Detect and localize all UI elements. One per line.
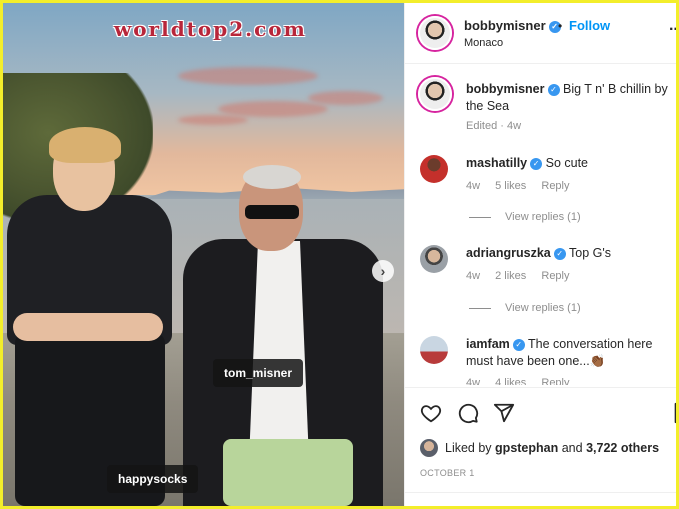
verified-icon: ✓ xyxy=(530,158,543,170)
comment-likes[interactable]: 5 likes xyxy=(495,180,526,192)
post-date: OCTOBER 1 xyxy=(420,468,475,478)
caption-username[interactable]: bobbymisner xyxy=(466,82,545,96)
comment-meta: 4w 2 likes Reply xyxy=(466,270,582,282)
follow-button[interactable]: Follow xyxy=(569,18,610,33)
verified-icon: ✓ xyxy=(512,339,525,351)
comment-age: 4w xyxy=(466,180,481,192)
hair xyxy=(243,165,301,189)
shirt xyxy=(249,241,309,461)
avatar[interactable] xyxy=(420,155,448,183)
comment: adriangruszka ✓ Top G's xyxy=(466,245,671,262)
header-username[interactable]: bobbymisner ✓ xyxy=(464,18,561,33)
avatar[interactable] xyxy=(418,16,452,50)
comment-likes[interactable]: 4 likes xyxy=(495,377,526,385)
comment-icon[interactable] xyxy=(457,402,479,424)
user-tag-tom[interactable]: tom_misner xyxy=(213,359,304,387)
sunglasses xyxy=(245,205,299,219)
view-replies-button[interactable]: View replies (1) xyxy=(469,302,581,314)
watermark: worldtop2.com xyxy=(114,17,307,41)
bookmark-icon[interactable] xyxy=(671,402,676,424)
likes-and: and xyxy=(561,441,583,455)
person-tom-misner xyxy=(183,165,383,506)
person-happysocks xyxy=(7,127,172,506)
comment-likes[interactable]: 2 likes xyxy=(495,270,526,282)
avatar xyxy=(420,439,438,457)
pants xyxy=(223,439,353,506)
post-photo[interactable]: worldtop2.com tom_misner happysocks › xyxy=(3,3,404,506)
cloud xyxy=(178,115,248,125)
comment-username[interactable]: adriangruszka xyxy=(466,246,551,260)
avatar[interactable] xyxy=(418,77,452,111)
add-comment-area[interactable] xyxy=(405,492,676,506)
reply-button[interactable]: Reply xyxy=(541,377,569,385)
likes-count[interactable]: 3,722 others xyxy=(586,441,659,455)
chevron-right-icon[interactable]: › xyxy=(372,260,394,282)
avatar[interactable] xyxy=(420,245,448,273)
comment: mashatilly ✓ So cute xyxy=(466,155,671,172)
caption: bobbymisner ✓ Big T n' B chillin by the S… xyxy=(466,81,671,115)
comment-age: 4w xyxy=(466,377,481,385)
user-tag-happysocks[interactable]: happysocks xyxy=(107,465,199,493)
more-options-icon[interactable]: ··· xyxy=(669,21,676,39)
separator-dot: • xyxy=(558,19,563,33)
comment-username[interactable]: iamfam xyxy=(466,337,510,351)
likes-summary[interactable]: Liked by gpstephan and 3,722 others xyxy=(420,439,659,457)
cloud xyxy=(308,91,383,105)
comment-age: 4w xyxy=(466,270,481,282)
hair xyxy=(49,127,121,163)
view-replies-button[interactable]: View replies (1) xyxy=(469,211,581,223)
post-header: bobbymisner✓ • Follow Monaco ··· xyxy=(405,3,676,64)
comment-text: So cute xyxy=(545,156,589,170)
comment-text: Top G's xyxy=(569,246,612,260)
cloud xyxy=(178,67,318,85)
avatar[interactable] xyxy=(420,336,448,364)
screenshot-frame: worldtop2.com tom_misner happysocks › bo… xyxy=(0,0,679,509)
caption-meta: Edited · 4w xyxy=(466,120,522,132)
post-sidebar: bobbymisner✓ • Follow Monaco ··· bobbymi… xyxy=(404,3,676,506)
reply-button[interactable]: Reply xyxy=(541,180,569,192)
comments-list[interactable]: bobbymisner ✓ Big T n' B chillin by the S… xyxy=(405,65,676,385)
liked-by-label: Liked by xyxy=(445,441,492,455)
location-link[interactable]: Monaco xyxy=(464,37,503,49)
post-actions: Liked by gpstephan and 3,722 others OCTO… xyxy=(405,387,676,496)
arms xyxy=(13,313,163,341)
share-icon[interactable] xyxy=(493,402,515,424)
reply-button[interactable]: Reply xyxy=(541,270,569,282)
comment-meta: 4w 5 likes Reply xyxy=(466,180,582,192)
comment-username[interactable]: mashatilly xyxy=(466,156,527,170)
verified-icon: ✓ xyxy=(547,84,560,96)
verified-icon: ✓ xyxy=(553,248,566,260)
comment-meta: 4w 4 likes Reply xyxy=(466,377,582,385)
heart-icon[interactable] xyxy=(420,402,442,424)
cloud xyxy=(218,101,328,117)
liked-by-user[interactable]: gpstephan xyxy=(495,441,558,455)
comment: iamfam ✓ The conversation here must have … xyxy=(466,336,671,370)
